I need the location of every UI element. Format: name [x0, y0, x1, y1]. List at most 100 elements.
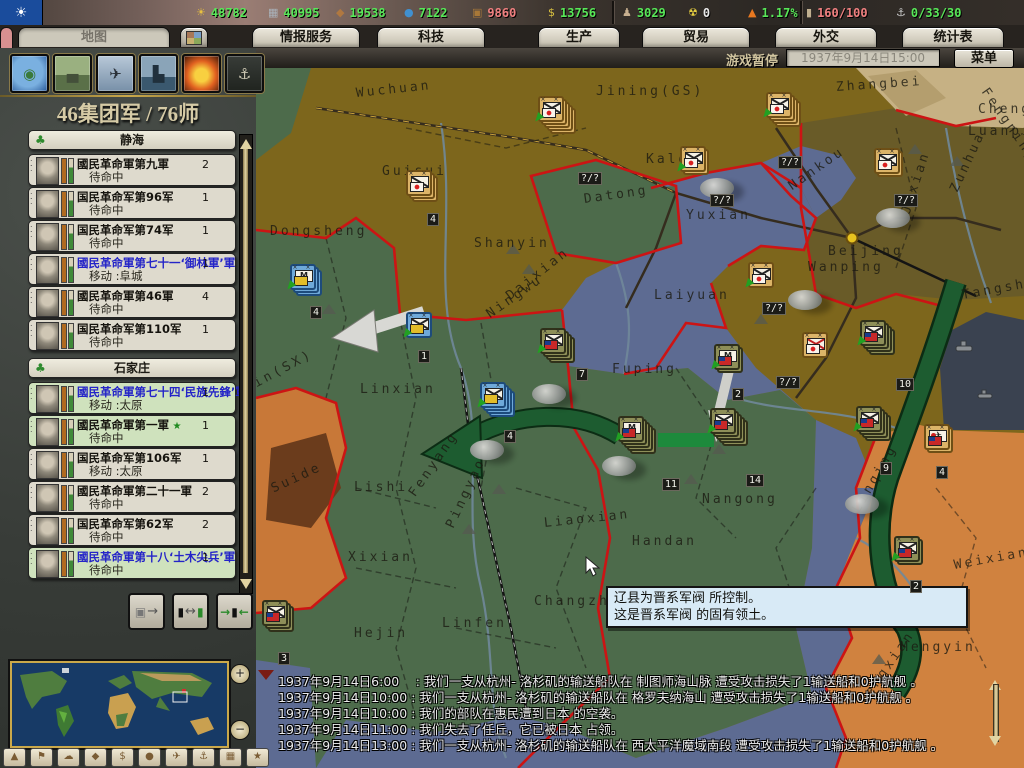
air-forces-button[interactable]: ✈ [96, 54, 135, 93]
unit-counter[interactable]: × ×1 [406, 312, 432, 338]
unit-counter[interactable]: × ×M2 [714, 344, 740, 370]
menu-button[interactable]: 菜单 [954, 49, 1014, 68]
leader-portrait [36, 517, 59, 545]
unit-row[interactable]: ⁚⁚國民革命軍第十八‘土木尖兵’軍1待命中 [28, 547, 236, 579]
unit-counter[interactable]: × ×M11 [618, 416, 644, 442]
unit-counter[interactable]: × ×?/? [874, 148, 900, 174]
drag-handle-icon[interactable]: ⁚⁚ [30, 521, 33, 531]
unit-counter[interactable]: × ×?/? [748, 262, 774, 288]
drag-handle-icon[interactable]: ⁚⁚ [30, 227, 33, 237]
unit-counter[interactable]: × ×9 [856, 406, 882, 432]
minimap-zoom-out-button[interactable]: − [230, 720, 250, 740]
unit-count-label: 10 [896, 378, 914, 391]
metal-icon: ▦ [268, 0, 278, 25]
unit-counter[interactable]: × ×14 [710, 408, 736, 434]
unit-row[interactable]: ⁚⁚國民革命軍第九軍2待命中 [28, 154, 236, 186]
map-mode-resources-button[interactable]: ◆ [84, 748, 107, 767]
unit-counter[interactable]: × ×✈4 [924, 424, 950, 450]
naval-forces-button[interactable]: ▙ [139, 54, 178, 93]
unit-count-label: 7 [576, 368, 588, 381]
map-mode-buttons: ▲⚑☁◆$●✈⚓▦★ [3, 748, 269, 767]
unit-row[interactable]: ⁚⁚國民革命軍第46軍4待命中 [28, 286, 236, 318]
leader-portrait [36, 322, 59, 350]
drag-handle-icon[interactable]: ⁚⁚ [30, 554, 33, 564]
unit-list-scrollbar[interactable] [239, 134, 253, 594]
drag-handle-icon[interactable]: ⁚⁚ [30, 389, 33, 399]
unit-counter[interactable]: × ×3 [262, 600, 288, 626]
drag-handle-icon[interactable]: ⁚⁚ [30, 161, 33, 171]
unit-row[interactable]: ⁚⁚國民革命軍第七十四‘民族先鋒’軍1移动 :太原 [28, 382, 236, 414]
map-mode-terrain-button[interactable]: ▲ [3, 748, 26, 767]
unit-status: 待命中 [89, 430, 124, 446]
group-header-2[interactable]: ♣石家庄 [28, 358, 236, 378]
map-mode-weather-button[interactable]: ☁ [57, 748, 80, 767]
split-units-button[interactable]: ▮↔▮ [172, 593, 209, 630]
unit-counter[interactable]: × ×?/? [802, 332, 828, 358]
unit-counter[interactable]: × ×10 [860, 320, 886, 346]
tab-intelligence[interactable]: 情报服务 [252, 27, 360, 47]
scroll-up-arrow[interactable] [240, 133, 252, 149]
move-arrow-button[interactable]: ▣→ [128, 593, 165, 630]
drag-handle-icon[interactable]: ⁚⁚ [30, 293, 33, 303]
unit-row[interactable]: ⁚⁚国民革命军第106军1移动 :太原 [28, 448, 236, 480]
unit-counter[interactable]: × ×4 [480, 382, 506, 408]
map-area[interactable]: WuchuanJining(GS)ZhangbeiFengningChengde… [256, 68, 1024, 768]
map-view-button[interactable]: ◉ [10, 54, 49, 93]
province-label: Hejin [354, 626, 408, 641]
drag-handle-icon[interactable]: ⁚⁚ [30, 455, 33, 465]
map-mode-supply-button[interactable]: ⚓ [192, 748, 215, 767]
drag-handle-icon[interactable]: ⁚⁚ [30, 260, 33, 270]
tab-statistics[interactable]: 统计表 [902, 27, 1004, 47]
unit-status: 待命中 [89, 529, 124, 545]
province-label: Linfen [442, 616, 507, 631]
tab-production[interactable]: 生产 [538, 27, 620, 47]
log-collapse-button[interactable] [258, 670, 274, 688]
leader-portrait [36, 484, 59, 512]
unit-counter[interactable]: × ×M4 [290, 264, 316, 290]
minimap[interactable] [10, 661, 229, 748]
unit-counter[interactable]: × ×7 [540, 328, 566, 354]
unit-row[interactable]: ⁚⁚国民革命军第74军1待命中 [28, 220, 236, 252]
drag-handle-icon[interactable]: ⁚⁚ [30, 326, 33, 336]
unit-counter[interactable]: × ×4 [406, 170, 432, 196]
unit-count-label: 4 [936, 466, 948, 479]
unit-row[interactable]: ⁚⁚國民革命軍第一軍 ★1待命中 [28, 415, 236, 447]
unit-count-label: ?/? [710, 194, 734, 207]
province-label: Wanping [808, 260, 884, 275]
tab-mapmode-icon[interactable] [180, 27, 208, 47]
resource-energy: ☀48782 [196, 0, 247, 25]
map-mode-political-button[interactable]: ⚑ [30, 748, 53, 767]
log-scrollbar[interactable] [990, 676, 1000, 750]
amphibious-button[interactable]: ⚓ [225, 54, 264, 93]
unit-row[interactable]: ⁚⁚國民革命軍第七十一‘御林軍’軍 ★1移动 :阜城 [28, 253, 236, 285]
land-forces-button[interactable]: ▄ [53, 54, 92, 93]
map-mode-air-button[interactable]: ✈ [165, 748, 188, 767]
tab-trade[interactable]: 贸易 [642, 27, 750, 47]
merge-units-button[interactable]: →▮← [216, 593, 253, 630]
tab-diplomacy[interactable]: 外交 [775, 27, 877, 47]
unit-count-label: 11 [662, 478, 680, 491]
unit-row[interactable]: ⁚⁚国民革命军第110军1待命中 [28, 319, 236, 351]
unit-row[interactable]: ⁚⁚國民革命軍第二十一軍2待命中 [28, 481, 236, 513]
unit-row[interactable]: ⁚⁚国民革命军第96军1待命中 [28, 187, 236, 219]
group-header-1[interactable]: ♣静海 [28, 130, 236, 150]
map-mode-victory-button[interactable]: ★ [246, 748, 269, 767]
map-mode-economy-button[interactable]: $ [111, 748, 134, 767]
unit-counter[interactable]: × ×2 [894, 536, 920, 562]
drag-handle-icon[interactable]: ⁚⁚ [30, 194, 33, 204]
unit-row[interactable]: ⁚⁚国民革命军第62军2待命中 [28, 514, 236, 546]
unit-counter[interactable]: × ×?/? [680, 146, 706, 172]
map-mode-naval-button[interactable]: ● [138, 748, 161, 767]
battle-smoke [788, 290, 822, 310]
tab-technology[interactable]: 科技 [377, 27, 485, 47]
tab-map[interactable]: 地图 [18, 27, 170, 47]
unit-counter[interactable]: × ×?/? [766, 92, 792, 118]
log-scroll-down[interactable] [989, 736, 1001, 752]
unit-counter[interactable]: × ×?/? [538, 96, 564, 122]
map-mode-infrastructure-button[interactable]: ▦ [219, 748, 242, 767]
province-label: Xixian [348, 550, 413, 565]
combat-button[interactable] [182, 54, 221, 93]
drag-handle-icon[interactable]: ⁚⁚ [30, 488, 33, 498]
drag-handle-icon[interactable]: ⁚⁚ [30, 422, 33, 432]
minimap-zoom-in-button[interactable]: + [230, 664, 250, 684]
